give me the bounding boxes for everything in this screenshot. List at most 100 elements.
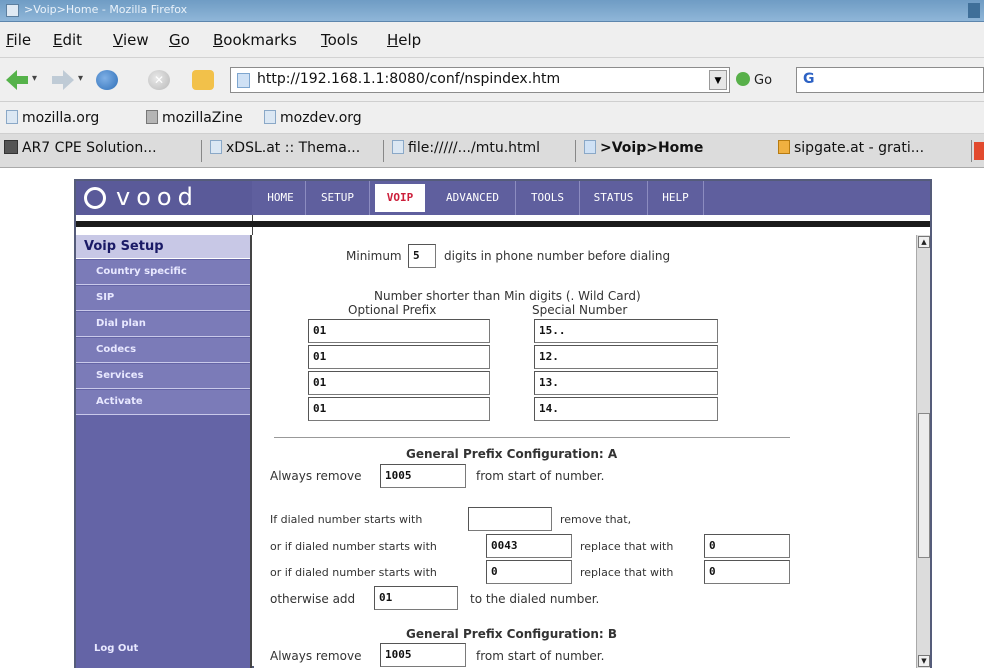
otherwise-add-label: otherwise add bbox=[270, 592, 356, 606]
sidebar-item-dial-plan[interactable]: Dial plan bbox=[76, 312, 250, 337]
special-number-input-4[interactable]: 14. bbox=[534, 397, 718, 421]
sidebar-item-activate[interactable]: Activate bbox=[76, 390, 250, 415]
page-content: vood HOME SETUP VOIP ADVANCED TOOLS STAT… bbox=[0, 168, 984, 668]
nav-advanced[interactable]: ADVANCED bbox=[430, 181, 516, 215]
url-dropdown-icon[interactable]: ▼ bbox=[709, 70, 727, 90]
always-remove-label-a: Always remove bbox=[270, 469, 362, 483]
nav-status[interactable]: STATUS bbox=[580, 181, 648, 215]
page-icon bbox=[237, 73, 250, 88]
url-bar[interactable]: http://192.168.1.1:8080/conf/nspindex.ht… bbox=[230, 67, 730, 93]
nav-tools[interactable]: TOOLS bbox=[516, 181, 580, 215]
sidebar-item-sip[interactable]: SIP bbox=[76, 286, 250, 311]
back-arrow-icon[interactable] bbox=[6, 70, 28, 90]
scroll-thumb[interactable] bbox=[918, 413, 930, 558]
tab-page-icon bbox=[210, 140, 222, 154]
navigation-toolbar: ▾ ▾ ✕ http://192.168.1.1:8080/conf/nspin… bbox=[0, 58, 984, 102]
sidebar-title: Voip Setup bbox=[76, 235, 250, 259]
forward-history-dropdown-icon[interactable]: ▾ bbox=[78, 73, 83, 84]
always-remove-input-a[interactable]: 1005 bbox=[380, 464, 466, 488]
from-start-label-a: from start of number. bbox=[476, 469, 605, 483]
menu-edit[interactable]: Edit bbox=[53, 31, 82, 49]
forward-arrow-icon[interactable] bbox=[52, 70, 74, 90]
voip-sidebar: Voip Setup Country specific SIP Dial pla… bbox=[76, 235, 252, 668]
or-starts-label-1: or if dialed number starts with bbox=[270, 540, 437, 553]
bookmark-zine-icon bbox=[146, 110, 158, 124]
sidebar-item-codecs[interactable]: Codecs bbox=[76, 338, 250, 363]
vood-logo: vood bbox=[76, 181, 252, 215]
or-starts-input-2[interactable]: 0 bbox=[486, 560, 572, 584]
special-number-input-1[interactable]: 15.. bbox=[534, 319, 718, 343]
google-search-icon: G bbox=[803, 71, 815, 87]
back-history-dropdown-icon[interactable]: ▾ bbox=[32, 73, 37, 84]
optional-prefix-input-2[interactable]: 01 bbox=[308, 345, 490, 369]
optional-prefix-input-4[interactable]: 01 bbox=[308, 397, 490, 421]
window-menu-icon[interactable] bbox=[6, 4, 19, 17]
scroll-down-icon[interactable]: ▼ bbox=[918, 655, 930, 667]
bookmark-mozillazine[interactable]: mozillaZine bbox=[146, 110, 243, 126]
nav-voip[interactable]: VOIP bbox=[374, 183, 426, 213]
or-starts-input-1[interactable]: 0043 bbox=[486, 534, 572, 558]
always-remove-input-b[interactable]: 1005 bbox=[380, 643, 466, 667]
optional-prefix-input-3[interactable]: 01 bbox=[308, 371, 490, 395]
vertical-scrollbar[interactable]: ▲ ▼ bbox=[916, 235, 930, 668]
go-button[interactable]: Go bbox=[736, 72, 772, 88]
tab-ar7[interactable]: AR7 CPE Solution... bbox=[2, 140, 202, 162]
scroll-up-icon[interactable]: ▲ bbox=[918, 236, 930, 248]
menu-file-rest: ile bbox=[13, 31, 32, 49]
min-digits-input[interactable]: 5 bbox=[408, 244, 436, 268]
starts-with-input[interactable] bbox=[468, 507, 552, 531]
replace-label-1: replace that with bbox=[580, 540, 674, 553]
bookmark-mozilla-org[interactable]: mozilla.org bbox=[6, 110, 99, 126]
logout-link[interactable]: Log Out bbox=[94, 643, 138, 654]
optional-prefix-header: Optional Prefix bbox=[348, 303, 437, 317]
nav-home[interactable]: HOME bbox=[256, 181, 306, 215]
menu-go[interactable]: Go bbox=[169, 31, 190, 49]
optional-prefix-input-1[interactable]: 01 bbox=[308, 319, 490, 343]
sidebar-item-country-specific[interactable]: Country specific bbox=[76, 260, 250, 285]
section-a-title: General Prefix Configuration: A bbox=[406, 447, 618, 461]
vood-logo-text: vood bbox=[116, 183, 199, 211]
bookmark-page-icon bbox=[6, 110, 18, 124]
window-title: >Voip>Home - Mozilla Firefox bbox=[24, 3, 188, 16]
sidebar-item-services[interactable]: Services bbox=[76, 364, 250, 389]
tab-page-icon bbox=[392, 140, 404, 154]
special-number-input-2[interactable]: 12. bbox=[534, 345, 718, 369]
menu-bookmarks[interactable]: Bookmarks bbox=[213, 31, 297, 49]
tab-favicon-icon bbox=[778, 140, 790, 154]
tab-close-icon[interactable] bbox=[974, 142, 984, 160]
menu-tools[interactable]: Tools bbox=[321, 31, 358, 49]
header-separator-bottom bbox=[76, 227, 930, 235]
tab-voip-home[interactable]: >Voip>Home bbox=[582, 140, 772, 162]
nav-help[interactable]: HELP bbox=[648, 181, 704, 215]
special-number-input-3[interactable]: 13. bbox=[534, 371, 718, 395]
router-header: vood HOME SETUP VOIP ADVANCED TOOLS STAT… bbox=[76, 181, 930, 215]
vood-logo-icon bbox=[84, 187, 106, 209]
menu-help[interactable]: Help bbox=[387, 31, 421, 49]
tab-favicon-icon bbox=[4, 140, 18, 154]
url-text[interactable]: http://192.168.1.1:8080/conf/nspindex.ht… bbox=[257, 71, 560, 87]
always-remove-label-b: Always remove bbox=[270, 649, 362, 663]
replace-input-2[interactable]: 0 bbox=[704, 560, 790, 584]
window-control-icon[interactable] bbox=[968, 3, 980, 18]
tab-mtu[interactable]: file://///.../mtu.html bbox=[390, 140, 576, 162]
reload-icon[interactable] bbox=[96, 70, 118, 90]
menu-file[interactable]: File bbox=[6, 31, 31, 49]
replace-input-1[interactable]: 0 bbox=[704, 534, 790, 558]
window-titlebar: >Voip>Home - Mozilla Firefox bbox=[0, 0, 984, 22]
nav-setup[interactable]: SETUP bbox=[306, 181, 370, 215]
router-admin-page: vood HOME SETUP VOIP ADVANCED TOOLS STAT… bbox=[74, 179, 932, 668]
tab-bar: AR7 CPE Solution... xDSL.at :: Thema... … bbox=[0, 134, 984, 168]
otherwise-add-input[interactable]: 01 bbox=[374, 586, 458, 610]
home-icon[interactable] bbox=[192, 70, 214, 90]
search-box[interactable]: G bbox=[796, 67, 984, 93]
replace-label-2: replace that with bbox=[580, 566, 674, 579]
stop-icon[interactable]: ✕ bbox=[148, 70, 170, 90]
menu-bar: File Edit View Go Bookmarks Tools Help bbox=[0, 22, 984, 58]
menu-view[interactable]: View bbox=[113, 31, 149, 49]
tab-sipgate[interactable]: sipgate.at - grati... bbox=[776, 140, 972, 162]
bookmark-mozdev-org[interactable]: mozdev.org bbox=[264, 110, 362, 126]
tab-xdsl[interactable]: xDSL.at :: Thema... bbox=[208, 140, 384, 162]
section-b-title: General Prefix Configuration: B bbox=[406, 627, 618, 641]
to-dialed-label: to the dialed number. bbox=[470, 592, 600, 606]
tab-page-icon bbox=[584, 140, 596, 154]
